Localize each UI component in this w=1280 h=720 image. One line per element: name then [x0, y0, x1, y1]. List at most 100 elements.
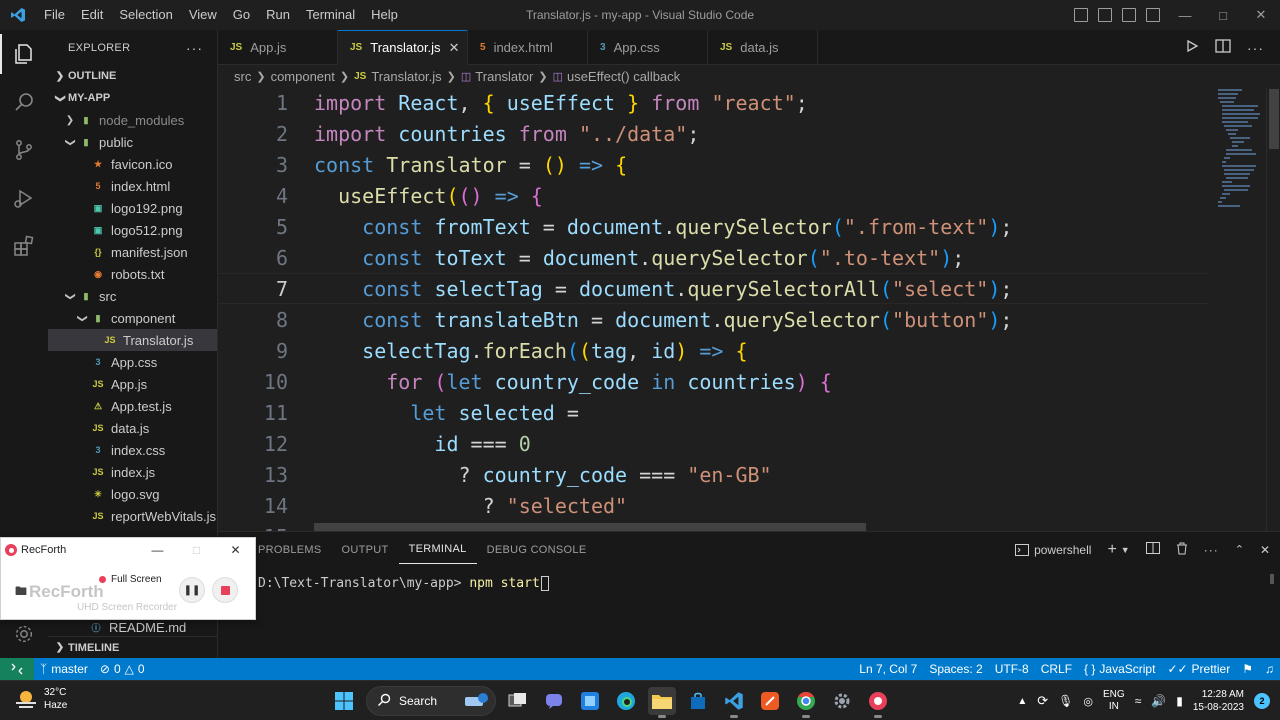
- code-line[interactable]: 1 import React, { useEffect } from "react…: [218, 87, 1208, 118]
- tab-output[interactable]: OUTPUT: [332, 532, 399, 567]
- network-sync-icon[interactable]: ⟳: [1037, 693, 1048, 709]
- menu-view[interactable]: View: [181, 0, 225, 30]
- terminal-dropdown-icon[interactable]: ▼: [1121, 545, 1130, 555]
- panel-more-icon[interactable]: ···: [1204, 543, 1219, 557]
- editor-vertical-scrollbar[interactable]: [1266, 87, 1280, 531]
- tree-item[interactable]: ❯ ▮ src: [48, 285, 217, 307]
- split-editor-icon[interactable]: [1215, 39, 1231, 56]
- menu-run[interactable]: Run: [258, 0, 298, 30]
- recforth-close-icon[interactable]: ✕: [216, 538, 255, 562]
- taskbar-search[interactable]: Search: [366, 686, 496, 716]
- code-line[interactable]: 10 for (let country_code in countries) {: [218, 366, 1208, 397]
- tab-debug-console[interactable]: DEBUG CONSOLE: [477, 532, 597, 567]
- tab-file[interactable]: 3 App.css: [588, 30, 708, 65]
- maximize-window-icon[interactable]: □: [1204, 0, 1242, 30]
- code-line[interactable]: 6 const toText = document.querySelector(…: [218, 242, 1208, 273]
- file-explorer-icon[interactable]: [648, 687, 676, 718]
- menu-edit[interactable]: Edit: [73, 0, 111, 30]
- tree-item[interactable]: 3 index.css: [48, 439, 217, 461]
- prettier-status[interactable]: ✓✓ Prettier: [1161, 662, 1236, 676]
- search-icon[interactable]: [0, 78, 48, 126]
- tree-item[interactable]: JS reportWebVitals.js: [48, 505, 217, 527]
- more-actions-icon[interactable]: ···: [186, 40, 203, 56]
- breadcrumb-file[interactable]: Translator.js: [371, 69, 441, 84]
- editor-horizontal-scrollbar[interactable]: [314, 523, 866, 531]
- code-line[interactable]: 2 import countries from "../data";: [218, 118, 1208, 149]
- customize-layout-icon[interactable]: [1146, 8, 1160, 22]
- tree-item[interactable]: JS index.js: [48, 461, 217, 483]
- code-line[interactable]: 5 const fromText = document.querySelecto…: [218, 211, 1208, 242]
- code-line[interactable]: 12 id === 0: [218, 428, 1208, 459]
- tab-terminal[interactable]: TERMINAL: [398, 536, 477, 564]
- volume-icon[interactable]: 🔊: [1151, 694, 1166, 708]
- tab-file[interactable]: JS App.js: [218, 30, 338, 65]
- store-icon[interactable]: [684, 687, 712, 715]
- notification-badge[interactable]: 2: [1254, 693, 1270, 709]
- extensions-icon[interactable]: [0, 222, 48, 270]
- input-language[interactable]: ENG IN: [1103, 689, 1125, 713]
- menu-go[interactable]: Go: [225, 0, 258, 30]
- tree-item[interactable]: ❯ ▮ public: [48, 131, 217, 153]
- widgets-icon[interactable]: [576, 687, 604, 715]
- breadcrumb-callback[interactable]: useEffect() callback: [567, 69, 680, 84]
- remote-icon[interactable]: [0, 658, 34, 680]
- indentation[interactable]: Spaces: 2: [923, 662, 988, 676]
- maximize-panel-icon[interactable]: ⌃: [1235, 543, 1244, 556]
- tree-item[interactable]: ◉ robots.txt: [48, 263, 217, 285]
- code-line[interactable]: 4 useEffect(() => {: [218, 180, 1208, 211]
- system-clock[interactable]: 12:28 AM 15-08-2023: [1193, 688, 1244, 714]
- menu-selection[interactable]: Selection: [111, 0, 180, 30]
- code-line[interactable]: 9 selectTag.forEach((tag, id) => {: [218, 335, 1208, 366]
- tab-file[interactable]: JS data.js: [708, 30, 818, 65]
- tree-item[interactable]: ❯ ▮ node_modules: [48, 109, 217, 131]
- recforth-taskbar-icon[interactable]: [864, 687, 892, 718]
- code-line[interactable]: 3 const Translator = () => {: [218, 149, 1208, 180]
- windows-start-icon[interactable]: [330, 687, 358, 715]
- tree-item[interactable]: ✳ logo.svg: [48, 483, 217, 505]
- recforth-folder-icon[interactable]: 🖿: [15, 582, 27, 603]
- terminal-shell-selector[interactable]: powershell: [1015, 543, 1091, 557]
- vscode-taskbar-icon[interactable]: [720, 687, 748, 718]
- microphone-icon[interactable]: 🎙: [1058, 694, 1073, 708]
- pause-recording-button[interactable]: ❚❚: [179, 577, 205, 603]
- split-terminal-icon[interactable]: [1145, 542, 1160, 557]
- encoding[interactable]: UTF-8: [989, 662, 1035, 676]
- tree-item[interactable]: {} manifest.json: [48, 241, 217, 263]
- task-view-icon[interactable]: [504, 687, 532, 715]
- toggle-secondary-sidebar-icon[interactable]: [1122, 8, 1136, 22]
- language-mode[interactable]: { } JavaScript: [1078, 662, 1161, 676]
- tree-item[interactable]: ▣ logo512.png: [48, 219, 217, 241]
- toggle-panel-icon[interactable]: [1098, 8, 1112, 22]
- tree-item[interactable]: JS data.js: [48, 417, 217, 439]
- code-editor[interactable]: 1 import React, { useEffect } from "react…: [218, 87, 1280, 531]
- breadcrumb-component[interactable]: component: [271, 69, 335, 84]
- tree-item[interactable]: ★ favicon.ico: [48, 153, 217, 175]
- toggle-sidebar-icon[interactable]: [1074, 8, 1088, 22]
- timeline-section[interactable]: ❯ TIMELINE: [48, 636, 217, 658]
- cursor-position[interactable]: Ln 7, Col 7: [853, 662, 923, 676]
- outline-section[interactable]: ❯ OUTLINE: [48, 65, 217, 87]
- close-panel-icon[interactable]: ✕: [1260, 543, 1270, 557]
- brave-browser-icon[interactable]: [756, 687, 784, 715]
- end-of-line[interactable]: CRLF: [1035, 662, 1078, 676]
- code-line[interactable]: 13 ? country_code === "en-GB": [218, 459, 1208, 490]
- editor-more-icon[interactable]: ···: [1247, 40, 1264, 56]
- menu-help[interactable]: Help: [363, 0, 406, 30]
- weather-widget[interactable]: 32°C Haze: [14, 686, 67, 712]
- code-line[interactable]: 14 ? "selected": [218, 490, 1208, 521]
- breadcrumb-src[interactable]: src: [234, 69, 251, 84]
- run-file-icon[interactable]: [1185, 39, 1199, 56]
- notifications-bell-icon[interactable]: ♫: [1259, 662, 1280, 676]
- chrome-browser-icon[interactable]: [792, 687, 820, 718]
- breadcrumb-symbol[interactable]: Translator: [475, 69, 533, 84]
- settings-gear-icon[interactable]: [828, 687, 856, 715]
- tree-item[interactable]: 5 index.html: [48, 175, 217, 197]
- close-tab-icon[interactable]: ✕: [449, 40, 460, 56]
- tree-item[interactable]: JS Translator.js: [48, 329, 217, 351]
- recforth-minimize-icon[interactable]: —: [138, 538, 177, 562]
- minimize-window-icon[interactable]: —: [1166, 0, 1204, 30]
- code-line[interactable]: 7 const selectTag = document.querySelect…: [218, 273, 1208, 304]
- run-debug-icon[interactable]: [0, 174, 48, 222]
- branch-status[interactable]: ᛉ master: [34, 662, 94, 676]
- tree-item[interactable]: 3 App.css: [48, 351, 217, 373]
